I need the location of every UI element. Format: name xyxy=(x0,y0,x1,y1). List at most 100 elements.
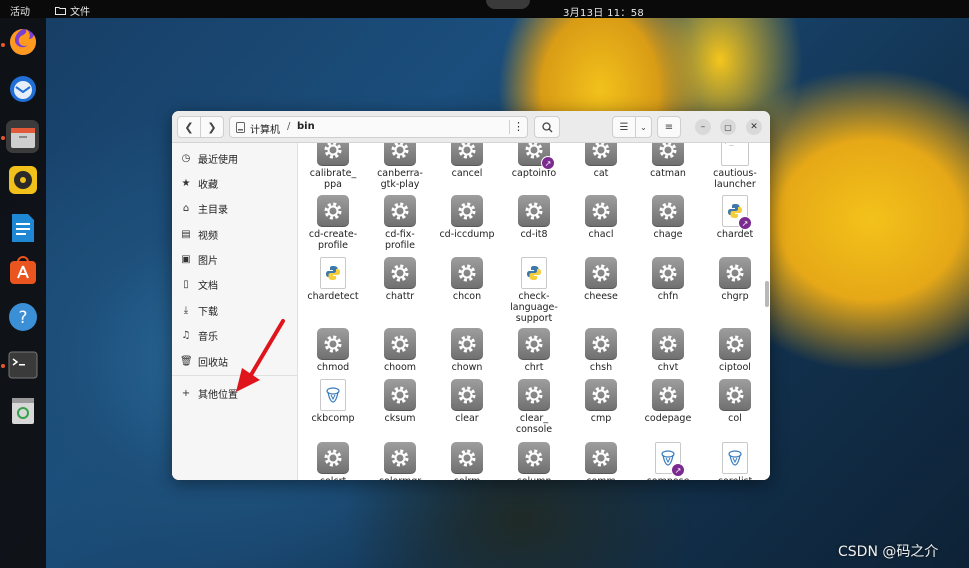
running-indicator xyxy=(1,136,5,140)
forward-button[interactable]: ❯ xyxy=(200,116,224,138)
file-item[interactable]: chvt xyxy=(636,328,700,373)
trash-icon[interactable] xyxy=(7,395,38,426)
sidebar-item-4[interactable]: ▣ 图片 xyxy=(180,248,292,270)
path-bar[interactable]: 计算机 / bin ⋮ xyxy=(229,116,528,138)
file-item[interactable]: chage xyxy=(636,195,700,240)
sidebar-item-0[interactable]: ◷ 最近使用 xyxy=(180,147,292,169)
file-item[interactable]: ↗ captoinfo xyxy=(502,143,566,179)
sidebar-item-3[interactable]: ▤ 视频 xyxy=(180,223,292,245)
executable-icon xyxy=(317,442,349,474)
file-label: cksum xyxy=(384,413,416,424)
file-item[interactable]: chardetect xyxy=(301,257,365,302)
file-item[interactable]: chmod xyxy=(301,328,365,373)
main-menu-button[interactable]: ≡ xyxy=(657,116,681,138)
file-item[interactable]: clear_ console xyxy=(502,379,566,435)
file-label: cd-fix- profile xyxy=(384,229,415,251)
path-separator: / xyxy=(287,121,291,132)
file-item[interactable]: codepage xyxy=(636,379,700,424)
activities-button[interactable]: 活动 xyxy=(10,3,30,18)
path-menu-icon[interactable]: ⋮ xyxy=(509,120,527,134)
file-item[interactable]: cd-it8 xyxy=(502,195,566,240)
close-button[interactable]: ✕ xyxy=(746,119,762,135)
executable-icon xyxy=(451,143,483,166)
sidebar-item-5[interactable]: ▯ 文档 xyxy=(180,273,292,295)
maximize-button[interactable]: ▢ xyxy=(720,119,736,135)
sidebar-item-1[interactable]: ★ 收藏 xyxy=(180,172,292,194)
workspace-indicator[interactable] xyxy=(486,0,530,9)
file-item[interactable]: chfn xyxy=(636,257,700,302)
file-label: cautious- launcher xyxy=(713,168,757,190)
file-item[interactable]: colcrt xyxy=(301,442,365,480)
file-label: cd-it8 xyxy=(520,229,548,240)
file-item[interactable]: cd-fix- profile xyxy=(368,195,432,251)
executable-icon xyxy=(652,143,684,166)
file-item[interactable]: cd-create- profile xyxy=(301,195,365,251)
executable-icon xyxy=(652,379,684,411)
file-item[interactable]: chsh xyxy=(569,328,633,373)
file-item[interactable]: chgrp xyxy=(703,257,767,302)
search-button[interactable] xyxy=(534,116,560,138)
file-item[interactable]: >_cautious- launcher xyxy=(703,143,767,190)
file-item[interactable]: calibrate_ ppa xyxy=(301,143,365,190)
file-item[interactable]: colormgr xyxy=(368,442,432,480)
app-menu-button[interactable]: 文件 xyxy=(55,3,90,18)
executable-icon xyxy=(317,328,349,360)
file-label: cancel xyxy=(451,168,483,179)
file-item[interactable]: chacl xyxy=(569,195,633,240)
executable-icon xyxy=(719,379,751,411)
view-list-button[interactable]: ☰ xyxy=(612,116,636,138)
file-label: clear xyxy=(455,413,479,424)
file-item[interactable]: ckbcomp xyxy=(301,379,365,424)
file-item[interactable]: chrt xyxy=(502,328,566,373)
file-item[interactable]: ↗ chardet xyxy=(703,195,767,240)
thunderbird-icon[interactable] xyxy=(7,73,38,104)
file-item[interactable]: cat xyxy=(569,143,633,179)
file-item[interactable]: comm xyxy=(569,442,633,480)
sidebar-item-label: 下载 xyxy=(198,306,218,318)
clock-icon: ◷ xyxy=(181,152,191,164)
list-view-icon: ☰ xyxy=(619,121,629,133)
symlink-badge-icon: ↗ xyxy=(541,156,555,170)
file-item[interactable]: col xyxy=(703,379,767,424)
file-item[interactable]: catman xyxy=(636,143,700,179)
file-item[interactable]: chcon xyxy=(435,257,499,302)
executable-icon xyxy=(451,195,483,227)
help-icon[interactable]: ? xyxy=(7,301,38,332)
perl-file-icon xyxy=(722,442,748,474)
file-item[interactable]: chattr xyxy=(368,257,432,302)
close-icon: ✕ xyxy=(750,122,758,132)
clock[interactable]: 3月13日 11：58 xyxy=(563,4,644,19)
file-item[interactable]: cancel xyxy=(435,143,499,179)
executable-icon xyxy=(384,257,416,289)
file-item[interactable]: cmp xyxy=(569,379,633,424)
file-item[interactable]: cksum xyxy=(368,379,432,424)
view-options-button[interactable]: ⌄ xyxy=(635,116,652,138)
file-item[interactable]: cheese xyxy=(569,257,633,302)
back-button[interactable]: ❮ xyxy=(177,116,201,138)
file-item[interactable]: corelist xyxy=(703,442,767,480)
firefox-icon[interactable] xyxy=(7,26,38,57)
files-icon[interactable] xyxy=(6,120,39,153)
path-crumb-current[interactable]: bin xyxy=(297,121,315,132)
file-label: comm xyxy=(586,476,616,480)
rhythmbox-icon[interactable] xyxy=(7,164,38,195)
file-item[interactable]: check- language- support xyxy=(502,257,566,324)
file-item[interactable]: cd-iccdump xyxy=(435,195,499,240)
minimize-button[interactable]: – xyxy=(695,119,711,135)
file-item[interactable]: column xyxy=(502,442,566,480)
file-item[interactable]: ↗compose xyxy=(636,442,700,480)
executable-icon xyxy=(585,442,617,474)
software-icon[interactable] xyxy=(7,255,38,286)
file-item[interactable]: chown xyxy=(435,328,499,373)
terminal-icon[interactable] xyxy=(7,349,38,380)
writer-icon[interactable] xyxy=(7,212,38,243)
file-item[interactable]: ciptool xyxy=(703,328,767,373)
sidebar-item-label: 视频 xyxy=(198,230,218,242)
file-item[interactable]: choom xyxy=(368,328,432,373)
sidebar-item-2[interactable]: ⌂ 主目录 xyxy=(180,197,292,219)
file-item[interactable]: colrm xyxy=(435,442,499,480)
file-item[interactable]: clear xyxy=(435,379,499,424)
watermark: CSDN @码之介 xyxy=(838,544,939,560)
file-item[interactable]: canberra- gtk-play xyxy=(368,143,432,190)
path-crumb-computer[interactable]: 计算机 xyxy=(250,121,280,136)
